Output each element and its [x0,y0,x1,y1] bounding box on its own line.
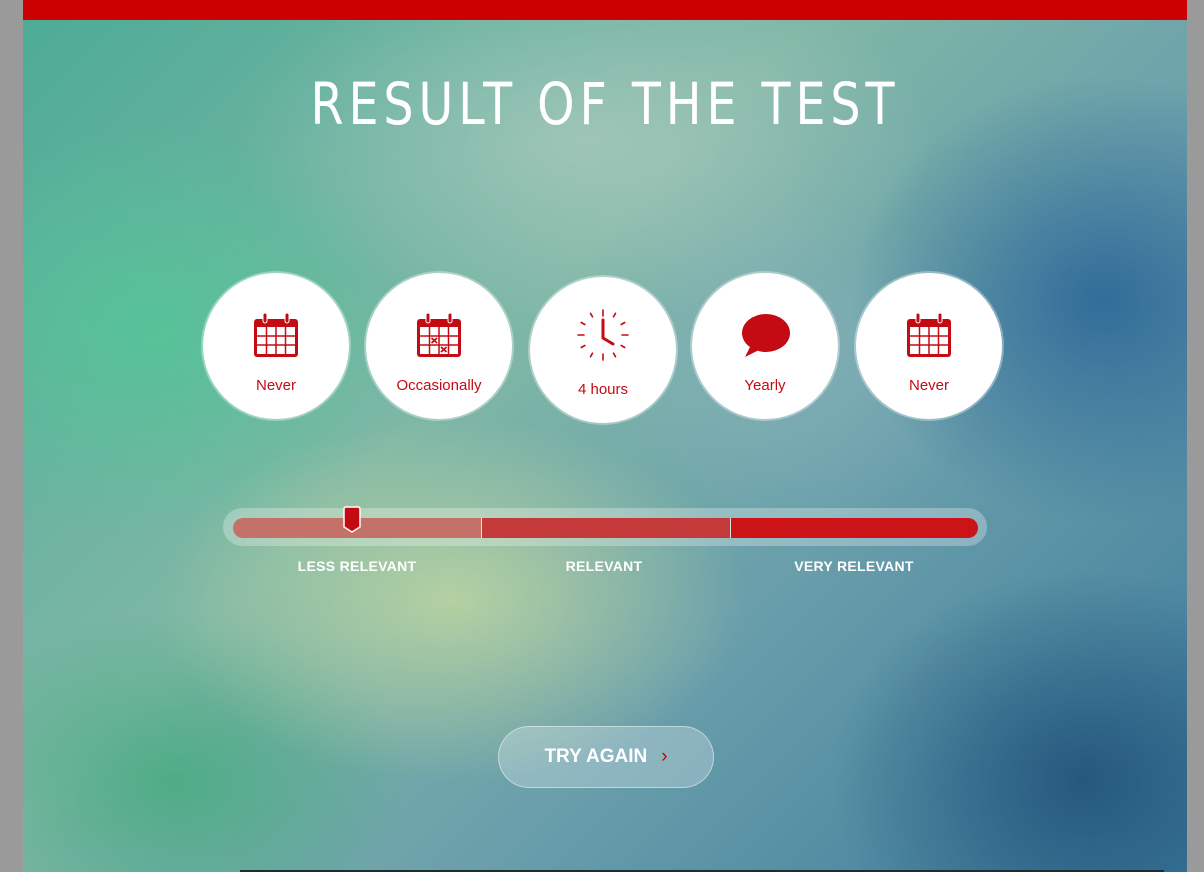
result-marker-icon [342,506,362,538]
scale-divider [481,518,482,538]
answer-label: Occasionally [396,377,482,394]
result-screen: RESULT OF THE TEST Never Occasionally 4 … [23,0,1187,872]
band-label-relevant: RELEVANT [565,558,643,574]
answer-label: 4 hours [577,381,629,398]
calendar-icon [252,311,300,363]
scale-divider [730,518,731,538]
answer-card-5: Never [856,273,1002,419]
answer-card-2: Occasionally [366,273,512,419]
band-very-relevant [731,518,978,538]
answer-label: Never [255,377,296,394]
band-label-less-relevant: LESS RELEVANT [297,558,417,574]
calendar-crossed-icon [415,311,463,363]
clock-icon [575,309,631,367]
try-again-button[interactable]: TRY AGAIN › [498,726,714,788]
chevron-right-icon: › [661,746,668,767]
speech-bubble-icon [739,311,791,365]
answer-card-3: 4 hours [530,277,676,423]
try-again-label: TRY AGAIN [544,746,648,767]
band-relevant [482,518,730,538]
answer-card-1: Never [203,273,349,419]
answer-label: Yearly [744,377,786,394]
band-label-very-relevant: VERY RELEVANT [794,558,914,574]
top-bar [23,0,1187,20]
answer-label: Never [908,377,949,394]
page-title: RESULT OF THE TEST [310,70,900,138]
relevance-scale [223,506,987,546]
calendar-icon [905,311,953,363]
answer-card-4: Yearly [692,273,838,419]
